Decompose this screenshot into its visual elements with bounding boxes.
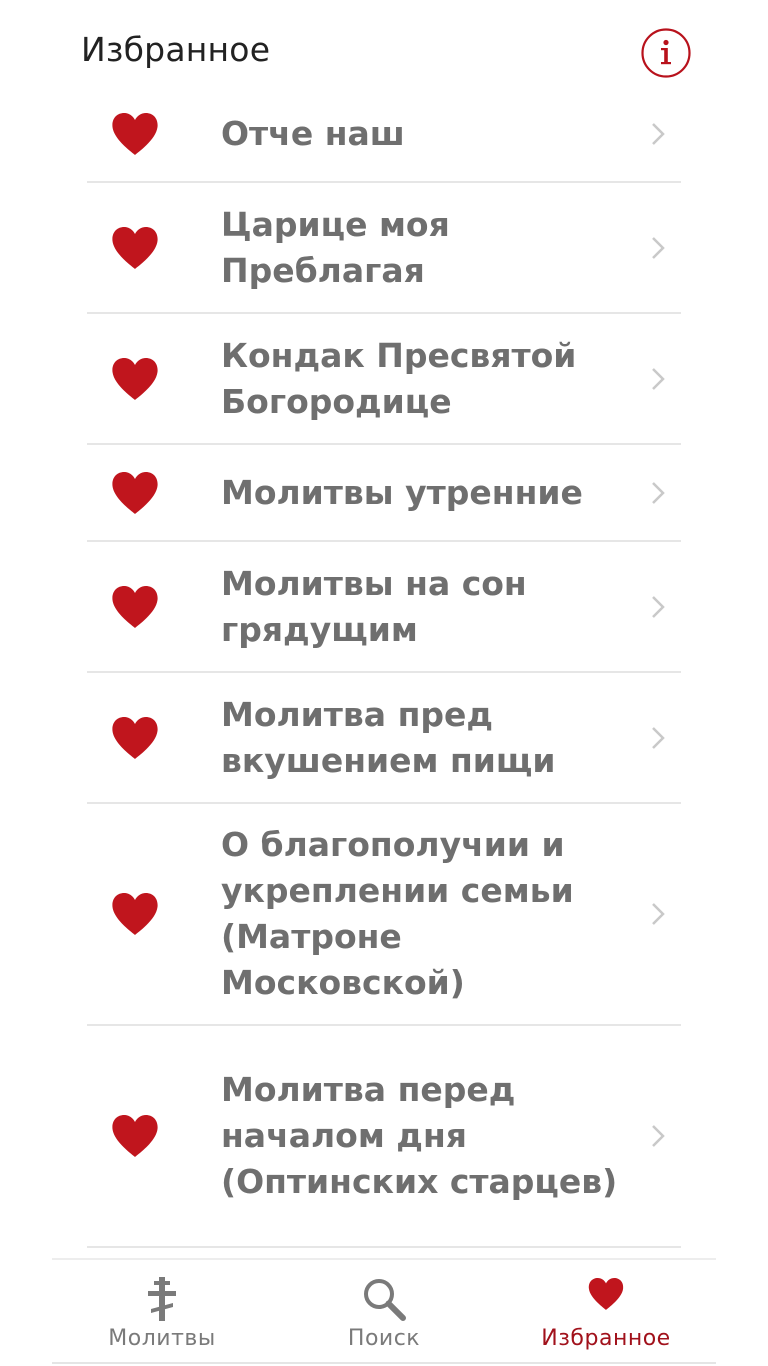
chevron-right-icon [651, 481, 665, 505]
list-item[interactable]: Молитвы утренние [87, 445, 681, 542]
search-icon [361, 1276, 407, 1322]
tab-label: Поиск [347, 1326, 421, 1351]
heart-icon[interactable] [110, 225, 160, 271]
chevron-right-icon [651, 367, 665, 391]
chevron-right-icon [651, 236, 665, 260]
list-item[interactable]: Молитва пред вкушением пищи [87, 673, 681, 804]
heart-icon[interactable] [110, 1113, 160, 1159]
list-item-label: Царице моя Преблагая [221, 204, 450, 290]
heart-icon[interactable] [110, 356, 160, 402]
tab-prayers[interactable]: Молитвы [62, 1260, 262, 1366]
list-item[interactable]: Царице моя Преблагая [87, 183, 681, 314]
tab-label: Избранное [541, 1326, 671, 1351]
tab-label: Молитвы [108, 1326, 216, 1351]
list-item-label: Отче наш [221, 114, 405, 153]
info-icon [641, 28, 691, 78]
page-title: Избранное [81, 30, 271, 69]
info-button[interactable] [640, 27, 692, 79]
list-item-label: Молитва пред вкушением пищи [221, 694, 556, 780]
favorites-list: Отче наш Царице моя Преблагая Кондак Пре… [87, 87, 681, 1248]
list-item[interactable]: Кондак Пресвятой Богородице [87, 314, 681, 445]
chevron-right-icon [651, 122, 665, 146]
list-item[interactable]: Молитвы на сон грядущим [87, 542, 681, 673]
list-item[interactable]: Молитва перед началом дня (Оптинских ста… [87, 1026, 681, 1248]
heart-icon[interactable] [110, 111, 160, 157]
list-item-label: Молитва перед началом дня (Оптинских ста… [221, 1070, 618, 1201]
heart-icon [587, 1276, 625, 1312]
heart-icon[interactable] [110, 584, 160, 630]
tab-search[interactable]: Поиск [284, 1260, 484, 1366]
list-item-label: О благополучии и укреплении семьи (Матро… [221, 825, 574, 1002]
tab-bar: Молитвы Поиск Избранное [52, 1258, 716, 1366]
list-item-label: Кондак Пресвятой Богородице [221, 335, 577, 421]
tab-favorites[interactable]: Избранное [506, 1260, 706, 1366]
heart-icon[interactable] [110, 715, 160, 761]
list-item-label: Молитвы на сон грядущим [221, 563, 527, 649]
list-item-label: Молитвы утренние [221, 472, 583, 512]
chevron-right-icon [651, 726, 665, 750]
chevron-right-icon [651, 902, 665, 926]
heart-icon[interactable] [110, 891, 160, 937]
orthodox-cross-icon [146, 1276, 178, 1322]
heart-icon[interactable] [110, 470, 160, 516]
list-item[interactable]: О благополучии и укреплении семьи (Матро… [87, 804, 681, 1026]
bottom-divider [52, 1362, 716, 1364]
chevron-right-icon [651, 595, 665, 619]
chevron-right-icon [651, 1124, 665, 1148]
list-item[interactable]: Отче наш [87, 87, 681, 183]
